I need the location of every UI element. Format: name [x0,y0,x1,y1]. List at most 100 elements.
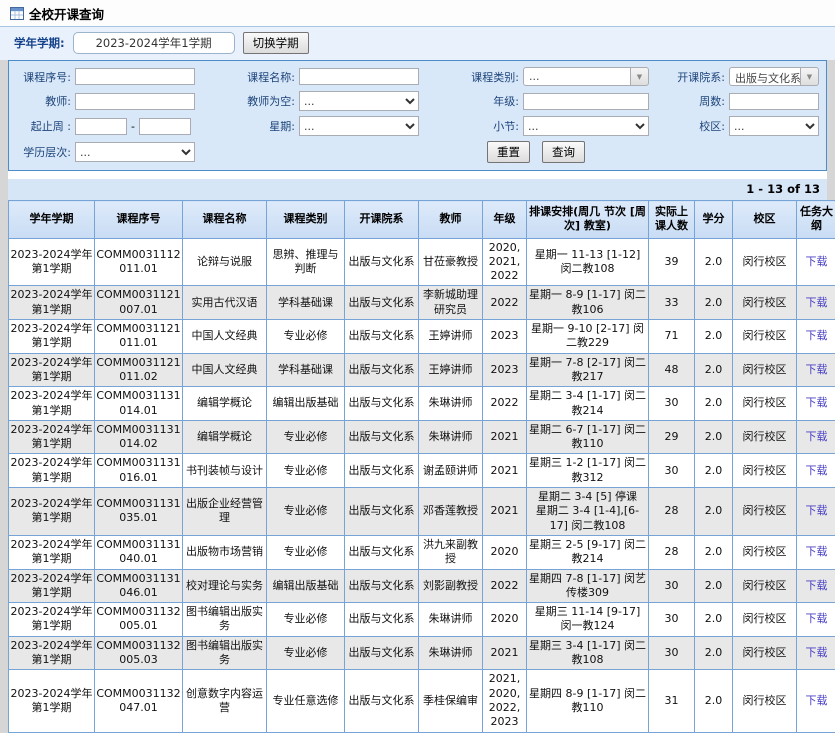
cell-enrolled: 28 [649,488,695,536]
cell-teacher: 刘影副教授 [419,569,483,603]
cell-term: 2023-2024学年第1学期 [9,488,95,536]
course-no-input[interactable] [75,68,195,85]
campus-select[interactable]: ... [729,116,819,136]
cell-grade: 2021 [483,636,527,670]
campus-label: 校区: [653,118,725,134]
grade-label: 年级: [423,93,519,109]
download-link[interactable]: 下载 [806,363,828,376]
pagination-status: 1 - 13 of 13 [8,179,827,200]
query-button[interactable]: 查询 [542,141,585,163]
cell-term: 2023-2024学年第1学期 [9,670,95,732]
degree-level-select[interactable]: ... [75,142,195,162]
download-link[interactable]: 下载 [806,646,828,659]
chevron-down-icon[interactable]: ▼ [800,67,819,86]
teacher-empty-select[interactable]: ... [299,91,419,111]
download-link[interactable]: 下载 [806,255,828,268]
cell-teacher: 朱琳讲师 [419,420,483,454]
cell-campus: 闵行校区 [733,569,797,603]
cell-syllabus: 下载 [797,353,835,387]
cell-syllabus: 下载 [797,320,835,354]
department-label: 开课院系: [653,69,725,85]
cell-department: 出版与文化系 [345,670,419,732]
cell-schedule: 星期三 3-4 [1-17] 闵二教108 [527,636,649,670]
cell-campus: 闵行校区 [733,488,797,536]
range-separator: - [131,120,135,133]
cell-syllabus: 下载 [797,420,835,454]
cell-course-name: 出版物市场营销 [183,535,267,569]
cell-teacher: 朱琳讲师 [419,603,483,637]
table-row: 2023-2024学年第1学期 COMM0031121007.01 实用古代汉语… [9,286,835,320]
grade-input[interactable] [523,93,649,110]
cell-campus: 闵行校区 [733,353,797,387]
cell-schedule: 星期二 3-4 [1-17] 闵二教214 [527,387,649,421]
cell-grade: 2023 [483,320,527,354]
cell-course-name: 中国人文经典 [183,353,267,387]
period-select[interactable]: ... [523,116,649,136]
weekday-select[interactable]: ... [299,116,419,136]
cell-syllabus: 下载 [797,238,835,286]
switch-term-button[interactable]: 切换学期 [243,32,309,54]
download-link[interactable]: 下载 [806,694,828,707]
cell-category: 专业必修 [267,636,345,670]
cell-department: 出版与文化系 [345,320,419,354]
grid-table-icon [10,7,24,20]
weeks-input[interactable] [729,93,819,110]
cell-credits: 2.0 [695,670,733,732]
cell-campus: 闵行校区 [733,320,797,354]
download-link[interactable]: 下载 [806,504,828,517]
download-link[interactable]: 下载 [806,396,828,409]
cell-grade: 2021 [483,454,527,488]
cell-term: 2023-2024学年第1学期 [9,454,95,488]
download-link[interactable]: 下载 [806,329,828,342]
column-header: 学分 [695,201,733,239]
column-header: 年级 [483,201,527,239]
cell-enrolled: 30 [649,603,695,637]
cell-syllabus: 下载 [797,454,835,488]
cell-term: 2023-2024学年第1学期 [9,636,95,670]
download-link[interactable]: 下载 [806,612,828,625]
department-combobox[interactable]: 出版与文化系 ▼ [729,67,819,86]
download-link[interactable]: 下载 [806,579,828,592]
term-combobox[interactable]: 2023-2024学年1学期 [73,32,235,54]
spacer [8,171,827,179]
cell-credits: 2.0 [695,420,733,454]
table-row: 2023-2024学年第1学期 COMM0031131014.01 编辑学概论 … [9,387,835,421]
column-header: 任务大纲 [797,201,835,239]
chevron-down-icon[interactable]: ▼ [630,67,649,86]
column-header: 开课院系 [345,201,419,239]
cell-schedule: 星期三 2-5 [9-17] 闵二教214 [527,535,649,569]
table-row: 2023-2024学年第1学期 COMM0031131040.01 出版物市场营… [9,535,835,569]
course-name-label: 课程名称: [199,69,295,85]
cell-grade: 2022 [483,387,527,421]
teacher-input[interactable] [75,93,195,110]
cell-schedule: 星期一 8-9 [1-17] 闵二教106 [527,286,649,320]
download-link[interactable]: 下载 [806,296,828,309]
download-link[interactable]: 下载 [806,545,828,558]
week-from-input[interactable] [75,118,127,135]
cell-term: 2023-2024学年第1学期 [9,420,95,454]
cell-schedule: 星期二 3-4 [5] 停课 星期二 3-4 [1-4],[6-17] 闵二教1… [527,488,649,536]
term-bar: 学年学期: 2023-2024学年1学期 切换学期 [0,27,835,60]
column-header: 课程名称 [183,201,267,239]
cell-department: 出版与文化系 [345,603,419,637]
cell-syllabus: 下载 [797,636,835,670]
cell-enrolled: 30 [649,569,695,603]
download-link[interactable]: 下载 [806,464,828,477]
week-to-input[interactable] [139,118,191,135]
cell-campus: 闵行校区 [733,670,797,732]
course-category-combobox[interactable]: ... ▼ [523,67,649,86]
cell-enrolled: 30 [649,636,695,670]
course-name-input[interactable] [299,68,419,85]
cell-department: 出版与文化系 [345,454,419,488]
column-header: 教师 [419,201,483,239]
download-link[interactable]: 下载 [806,430,828,443]
cell-schedule: 星期三 11-14 [9-17] 闵一教124 [527,603,649,637]
cell-enrolled: 31 [649,670,695,732]
cell-syllabus: 下载 [797,569,835,603]
cell-campus: 闵行校区 [733,238,797,286]
cell-course-name: 图书编辑出版实务 [183,636,267,670]
cell-campus: 闵行校区 [733,636,797,670]
cell-credits: 2.0 [695,353,733,387]
cell-credits: 2.0 [695,320,733,354]
reset-button[interactable]: 重置 [487,141,530,163]
